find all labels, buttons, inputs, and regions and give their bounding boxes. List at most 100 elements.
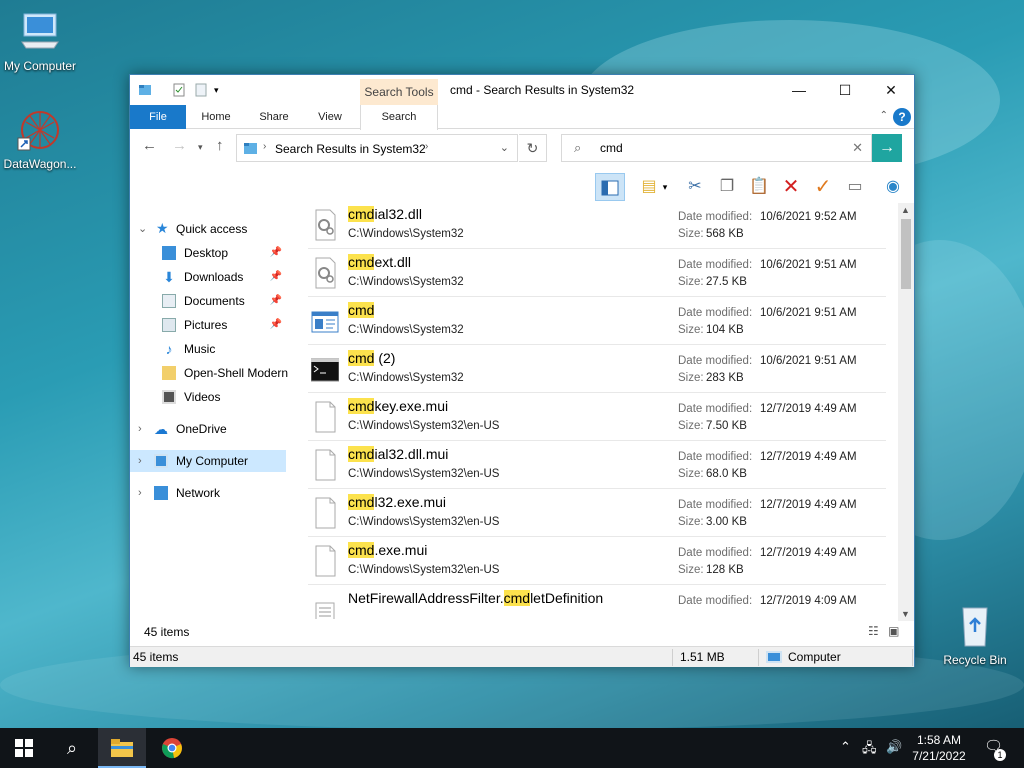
pin-icon: 📌 [269,295,282,306]
delete-icon[interactable]: ✕ [776,173,806,201]
rename-icon[interactable]: ▭ [840,173,870,201]
tab-view[interactable]: View [306,105,354,129]
list-item[interactable]: cmd (2) C:\Windows\System32 Date modifie… [308,345,886,393]
network-status-icon[interactable]: 🖧 [862,739,877,761]
nav-item-onedrive[interactable]: › ☁ OneDrive [130,418,286,440]
search-results-folder-icon [243,140,259,159]
nav-item-downloads[interactable]: ⬇ Downloads 📌 [130,266,286,288]
nav-item-documents[interactable]: Documents 📌 [130,290,286,312]
forward-button[interactable]: → [172,137,187,154]
close-button[interactable]: ✕ [868,75,914,105]
search-icon[interactable]: ⌕ [48,728,96,768]
file-path: C:\Windows\System32 [348,372,464,384]
list-item[interactable]: cmd C:\Windows\System32 Date modified: 1… [308,297,886,345]
collapsed-chevron-icon[interactable]: › [138,450,142,472]
address-bar[interactable]: › Search Results in System32 › ⌄ [236,134,518,162]
expand-ribbon-icon[interactable]: ⌃ [880,110,888,121]
back-button[interactable]: ← [142,137,157,154]
list-item[interactable]: cmdial32.dll.mui C:\Windows\System32\en-… [308,441,886,489]
chevron-up-icon[interactable]: ⌃ [840,739,851,755]
volume-icon[interactable]: 🔊 [886,739,902,755]
chrome-taskbar-button[interactable] [148,728,196,768]
file-explorer-taskbar-button[interactable] [98,728,146,768]
videos-icon [162,390,176,404]
large-icons-view-icon[interactable]: ▣ [888,624,899,638]
globe-icon[interactable]: ◉ [878,173,908,201]
minimize-button[interactable]: — [776,75,822,105]
tab-search[interactable]: Search [360,105,438,130]
status-location: Computer [788,650,841,664]
taskbar: ⌕ ⌃ 🖧 🔊 1:58 AM 7/21/2022 🗨 1 [0,728,1024,768]
file-name[interactable]: cmdext.dll [348,254,411,270]
checkmark-icon[interactable]: ✓ [808,173,838,201]
list-item[interactable]: NetFirewallAddressFilter.cmdletDefinitio… [308,585,886,619]
windows-logo-icon [15,739,33,757]
nav-item-pictures[interactable]: Pictures 📌 [130,314,286,336]
nav-item-videos[interactable]: Videos [130,386,286,408]
maximize-button[interactable]: ☐ [822,75,868,105]
status-bar: 45 items 1.51 MB Computer [130,646,914,667]
file-name[interactable]: cmdial32.dll [348,206,422,222]
list-item[interactable]: cmdext.dll C:\Windows\System32 Date modi… [308,249,886,297]
start-button[interactable] [0,728,48,768]
nav-item-desktop[interactable]: Desktop 📌 [130,242,286,264]
address-text[interactable]: Search Results in System32 [275,142,426,156]
properties-icon[interactable] [172,83,186,97]
scroll-up-icon[interactable]: ▲ [901,205,910,215]
collapsed-chevron-icon[interactable]: › [138,418,142,440]
new-item-dropdown-icon[interactable]: ▾ [658,173,672,201]
preview-pane-button[interactable] [595,173,625,201]
title-bar[interactable]: ▾ Search Tools cmd - Search Results in S… [130,75,914,105]
search-input[interactable] [600,140,840,156]
tab-share[interactable]: Share [250,105,298,129]
collapsed-chevron-icon[interactable]: › [138,482,142,504]
recent-locations-icon[interactable]: ▾ [198,142,203,153]
pin-icon: 📌 [269,271,282,282]
desktop-icon-recycle-bin[interactable]: Recycle Bin [935,602,1015,667]
file-name[interactable]: NetFirewallAddressFilter.cmdletDefinitio… [348,590,603,606]
desktop-icon-my-computer[interactable]: My Computer [0,8,80,73]
clock-date: 7/21/2022 [912,749,966,763]
scrollbar-thumb[interactable] [901,219,911,289]
clear-search-icon[interactable]: ✕ [852,140,863,156]
address-dropdown-icon[interactable]: ⌄ [500,141,509,154]
list-item[interactable]: cmdkey.exe.mui C:\Windows\System32\en-US… [308,393,886,441]
nav-item-network[interactable]: › Network [130,482,286,504]
file-name[interactable]: cmdial32.dll.mui [348,446,448,462]
nav-item-open-shell-modern[interactable]: Open-Shell Modern [130,362,288,384]
explorer-window[interactable]: ▾ Search Tools cmd - Search Results in S… [129,74,915,667]
search-box[interactable]: ⌕ ✕ [561,134,872,162]
up-button[interactable]: ↑ [216,137,224,154]
customize-quick-access-icon[interactable]: ▾ [214,83,228,97]
expanded-chevron-icon[interactable]: ⌄ [138,218,147,240]
nav-item-music[interactable]: ♪ Music [130,338,286,360]
clock[interactable]: 1:58 AM 7/21/2022 [904,732,974,764]
file-name[interactable]: cmd [348,302,375,318]
help-icon[interactable]: ? [893,108,911,126]
nav-item-quick-access[interactable]: ⌄ ★ Quick access [130,218,286,240]
scroll-down-icon[interactable]: ▼ [901,609,910,619]
file-name[interactable]: cmd (2) [348,350,395,366]
new-folder-quick-icon[interactable] [194,83,208,97]
refresh-button[interactable]: ↻ [519,134,547,162]
search-icon: ⌕ [574,140,582,155]
file-name[interactable]: cmdkey.exe.mui [348,398,448,414]
paste-icon[interactable]: 📋 [744,173,774,201]
file-name[interactable]: cmdl32.exe.mui [348,494,446,510]
nav-item-my-computer[interactable]: › My Computer [130,450,286,472]
list-item[interactable]: cmdl32.exe.mui C:\Windows\System32\en-US… [308,489,886,537]
list-item[interactable]: cmdial32.dll C:\Windows\System32 Date mo… [308,201,886,249]
tab-home[interactable]: Home [192,105,240,129]
cut-icon[interactable]: ✂ [680,173,710,201]
status-item-count: 45 items [133,650,179,664]
search-go-button[interactable]: → [872,134,902,162]
file-name[interactable]: cmd.exe.mui [348,542,427,558]
desktop-icon-datawagon[interactable]: DataWagon... [0,106,80,171]
copy-icon[interactable]: ❐ [712,173,742,201]
onedrive-icon: ☁ [154,421,168,437]
list-item[interactable]: cmd.exe.mui C:\Windows\System32\en-US Da… [308,537,886,585]
details-view-icon[interactable]: ☷ [868,624,879,638]
vertical-scrollbar[interactable]: ▲ ▼ [898,203,914,621]
match-highlight: cmd [348,350,375,366]
tab-file[interactable]: File [130,105,186,129]
